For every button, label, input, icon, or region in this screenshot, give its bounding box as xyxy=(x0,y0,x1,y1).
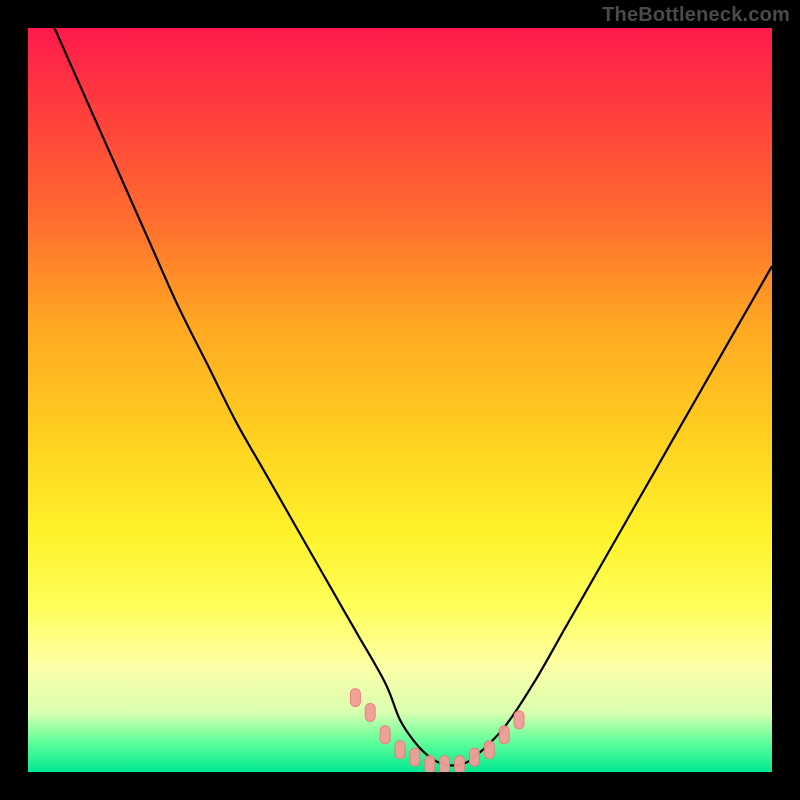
highlight-marker xyxy=(365,704,375,722)
highlight-marker xyxy=(484,741,494,759)
highlight-marker xyxy=(350,689,360,707)
highlight-marker xyxy=(440,756,450,772)
outer-frame: TheBottleneck.com xyxy=(0,0,800,800)
highlight-marker xyxy=(499,726,509,744)
watermark-text: TheBottleneck.com xyxy=(602,4,790,27)
highlight-marker xyxy=(410,748,420,766)
highlight-marker xyxy=(469,748,479,766)
highlight-marker xyxy=(455,756,465,772)
highlight-marker xyxy=(514,711,524,729)
bottleneck-curve xyxy=(28,28,772,766)
highlight-marker xyxy=(425,756,435,772)
highlight-marker xyxy=(395,741,405,759)
chart-svg xyxy=(28,28,772,772)
plot-area xyxy=(28,28,772,772)
highlight-marker xyxy=(380,726,390,744)
